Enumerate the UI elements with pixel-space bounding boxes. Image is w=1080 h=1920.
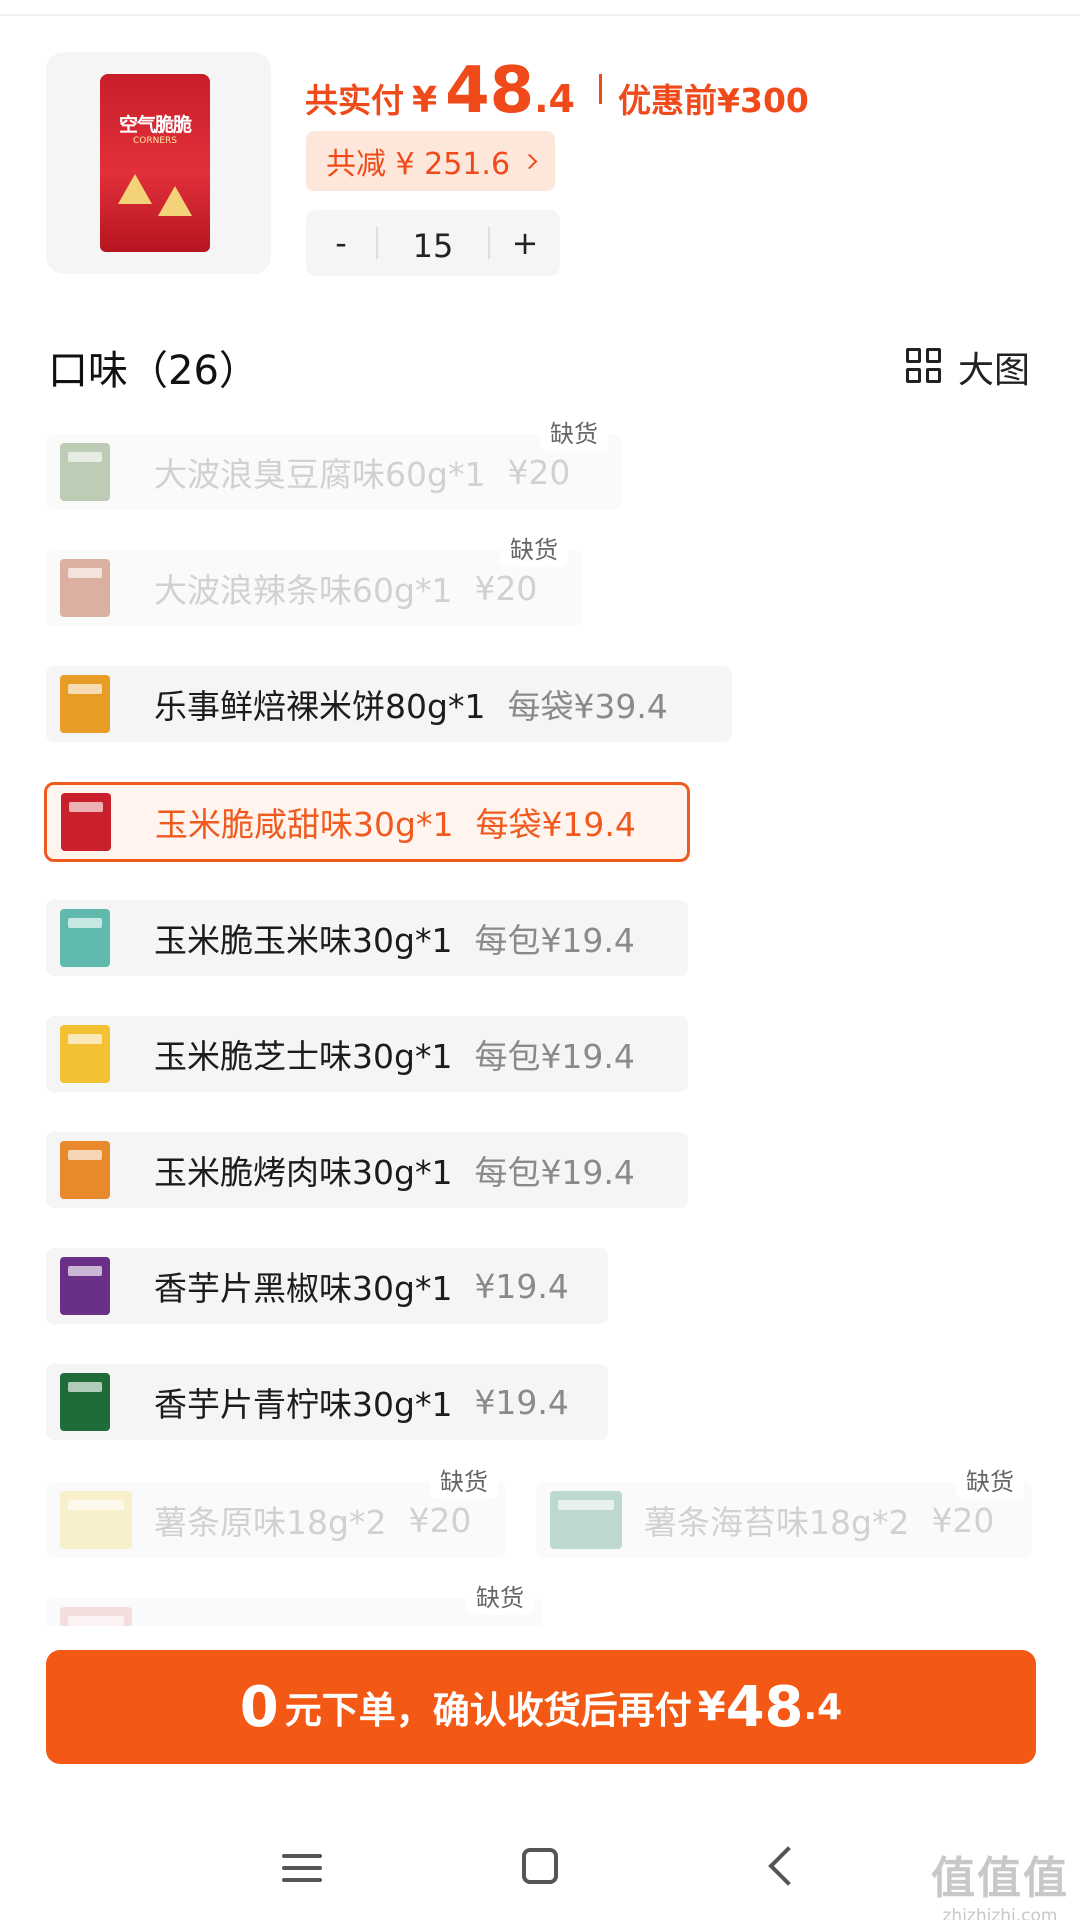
flavor-name: 大波浪臭豆腐味60g*1 [154, 455, 486, 494]
flavor-name: 乐事鲜焙裸米饼80g*1 [154, 687, 486, 726]
top-divider [0, 14, 1080, 16]
paid-amount-int: 48 [445, 54, 535, 128]
system-nav-bar [0, 1800, 1080, 1920]
grid-icon [906, 348, 944, 386]
out-of-stock-badge: 缺货 [430, 1460, 498, 1499]
flavor-price: ¥19.4 [474, 1382, 569, 1422]
watermark: 值值值 zhizhizhi.com [930, 1842, 1070, 1920]
discount-detail-button[interactable]: 共减 ¥ 251.6 [306, 131, 556, 191]
quantity-value[interactable]: 15 [378, 221, 488, 265]
back-button[interactable] [752, 1838, 812, 1898]
currency-symbol: ¥ [412, 80, 438, 121]
flavor-price: ¥20 [408, 1500, 472, 1540]
flavor-thumbnail [60, 1607, 132, 1626]
out-of-stock-badge: 缺货 [956, 1460, 1024, 1499]
paid-amount-dec: .4 [534, 77, 576, 121]
flavor-price: 每袋¥19.4 [475, 805, 636, 844]
flavor-option[interactable]: 香芋片黑椒味30g*1 ¥19.4 [46, 1248, 608, 1324]
flavor-thumbnail [60, 1025, 110, 1083]
flavor-option[interactable]: 玉米脆芝士味30g*1 每包¥19.4 [46, 1016, 688, 1092]
decrement-button[interactable]: - [306, 210, 376, 276]
product-image[interactable]: 空气脆脆 CORNERS [46, 52, 271, 274]
flavor-thumbnail [60, 675, 110, 733]
flavor-option[interactable]: 玉米脆烤肉味30g*1 每包¥19.4 [46, 1132, 688, 1208]
flavor-name: 玉米脆咸甜味30g*1 [155, 805, 454, 844]
menu-icon[interactable] [274, 1838, 334, 1898]
flavor-thumbnail [60, 443, 110, 501]
flavor-name: 香芋片青柠味30g*1 [154, 1385, 453, 1424]
flavor-thumbnail [61, 793, 111, 851]
flavor-thumbnail [60, 909, 110, 967]
home-button[interactable] [510, 1838, 570, 1898]
paid-label: 共实付 [305, 81, 404, 120]
flavor-option[interactable]: 玉米脆玉米味30g*1 每包¥19.4 [46, 900, 688, 976]
flavor-option[interactable]: 大波浪臭豆腐味60g*1 ¥20 [46, 434, 622, 510]
out-of-stock-badge: 缺货 [500, 528, 568, 567]
quantity-stepper: - 15 + [306, 210, 560, 276]
flavor-option[interactable]: 香芋片青柠味30g*1 ¥19.4 [46, 1364, 608, 1440]
cta-currency: ¥ [697, 1684, 726, 1730]
flavor-price: 每包¥19.4 [474, 1153, 635, 1192]
flavor-price: ¥20 [931, 1500, 995, 1540]
chevron-right-icon [521, 153, 538, 169]
chip-graphic [158, 186, 192, 216]
snack-bag-graphic: 空气脆脆 CORNERS [100, 74, 210, 252]
flavor-price: ¥20 [474, 568, 538, 608]
flavor-thumbnail [60, 1373, 110, 1431]
flavor-price: 每袋¥39.4 [507, 687, 668, 726]
flavor-name: 大波浪辣条味60g*1 [154, 571, 453, 610]
bag-subtext: CORNERS [132, 136, 177, 146]
increment-button[interactable]: + [490, 210, 560, 276]
flavor-price: 每包¥19.4 [474, 1037, 635, 1076]
large-view-toggle[interactable]: 大图 [906, 341, 1030, 393]
cta-text: 元下单，确认收货后再付 [284, 1689, 692, 1732]
flavor-name: 玉米脆烤肉味30g*1 [154, 1153, 453, 1192]
price-separator [599, 74, 603, 104]
flavor-thumbnail [60, 1491, 132, 1549]
cta-amount-dec: .4 [803, 1686, 843, 1728]
bag-brand-text: 空气脆脆 [118, 114, 192, 136]
flavor-name: 玉米脆芝士味30g*1 [154, 1037, 453, 1076]
chip-graphic [118, 174, 152, 204]
home-icon [522, 1848, 558, 1884]
flavor-name: 薯条海苔味18g*2 [644, 1503, 910, 1542]
back-icon [768, 1846, 808, 1886]
flavor-thumbnail [60, 559, 110, 617]
flavor-section-title: 口味（26） [48, 348, 259, 394]
flavor-option-selected[interactable]: 玉米脆咸甜味30g*1 每袋¥19.4 [44, 782, 690, 862]
flavor-name: 香芋片黑椒味30g*1 [154, 1269, 453, 1308]
flavor-thumbnail [550, 1491, 622, 1549]
total-price-line: 共实付 ¥ 48 .4 优惠前¥300 [305, 54, 809, 128]
flavor-option[interactable]: 乐事鲜焙裸米饼80g*1 每袋¥39.4 [46, 666, 732, 742]
cta-zero-amount: 0 [239, 1674, 279, 1740]
large-view-label: 大图 [958, 350, 1031, 391]
flavor-name: 薯条原味18g*2 [154, 1503, 387, 1542]
flavor-options: 大波浪臭豆腐味60g*1 ¥20 缺货 大波浪辣条味60g*1 ¥20 缺货 乐… [0, 400, 1080, 1626]
discount-text: 共减 ¥ 251.6 [326, 147, 511, 182]
flavor-price: ¥19.4 [474, 1266, 569, 1306]
flavor-price: 每包¥19.4 [474, 921, 635, 960]
place-order-button[interactable]: 0 元下单，确认收货后再付 ¥ 48 .4 [46, 1650, 1036, 1764]
cta-amount-int: 48 [725, 1674, 804, 1740]
original-price: 优惠前¥300 [618, 81, 809, 120]
out-of-stock-badge: 缺货 [466, 1576, 534, 1615]
flavor-thumbnail [60, 1257, 110, 1315]
flavor-name: 玉米脆玉米味30g*1 [154, 921, 453, 960]
flavor-price: ¥20 [507, 452, 571, 492]
watermark-logo: 值值值 [931, 1853, 1069, 1904]
out-of-stock-badge: 缺货 [540, 412, 608, 451]
watermark-url: zhizhizhi.com [942, 1906, 1058, 1920]
flavor-thumbnail [60, 1141, 110, 1199]
